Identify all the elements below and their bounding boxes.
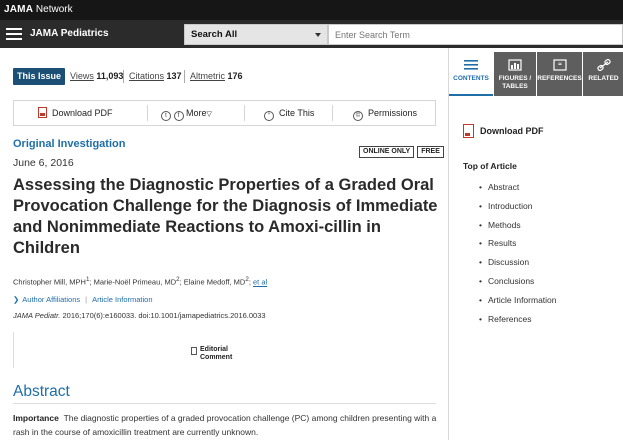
publication-date: June 6, 2016	[13, 157, 74, 169]
menu-icon[interactable]	[6, 28, 22, 40]
altmetric-stat[interactable]: Altmetric 176	[190, 68, 243, 84]
article-title: Assessing the Diagnostic Properties of a…	[13, 176, 438, 257]
more-button[interactable]: t f More▽	[161, 101, 212, 125]
tab-related[interactable]: RELATED	[583, 52, 623, 96]
toc-item-references[interactable]: References	[479, 313, 557, 332]
pdf-icon	[463, 124, 474, 138]
citations-label: Citations	[129, 71, 165, 81]
author-2[interactable]: ; Marie-Noël Primeau, MD	[89, 278, 176, 287]
tab-figures-tables[interactable]: FIGURES / TABLES	[494, 52, 536, 96]
tab-related-label: RELATED	[588, 75, 619, 82]
network-bar: JAMA Network	[0, 0, 623, 20]
toc-item-results[interactable]: Results	[479, 237, 557, 256]
network-label[interactable]: Network	[36, 4, 73, 15]
divider	[184, 70, 185, 83]
editorial-label: Editorial	[200, 346, 229, 353]
permissions-label: Permissions	[368, 108, 418, 118]
search-scope-select[interactable]: Search All	[184, 24, 328, 45]
quote-icon: “	[264, 111, 274, 121]
more-label: More	[186, 108, 207, 118]
citation-line: JAMA Pediatr. 2016;170(6):e160033. doi:1…	[13, 311, 266, 320]
cite-this-label: Cite This	[279, 108, 315, 118]
toc-item-article-information[interactable]: Article Information	[479, 294, 557, 313]
toc-item-abstract[interactable]: Abstract	[479, 181, 557, 200]
editorial-divider	[13, 332, 14, 368]
tab-figures-label: FIGURES / TABLES	[498, 75, 532, 90]
network-brand[interactable]: JAMA	[4, 4, 33, 15]
importance-paragraph: Importance The diagnostic properties of …	[13, 411, 443, 439]
toc-item-conclusions[interactable]: Conclusions	[479, 275, 557, 294]
importance-text: The diagnostic properties of a graded pr…	[13, 413, 437, 437]
article-main: This Issue Views 11,093 Citations 137 Al…	[0, 48, 448, 440]
toc-item-discussion[interactable]: Discussion	[479, 256, 557, 275]
tab-contents[interactable]: CONTENTS	[449, 52, 493, 96]
tab-references-label: REFERENCES	[537, 75, 582, 82]
figures-icon	[508, 59, 522, 71]
toc-item-methods[interactable]: Methods	[479, 219, 557, 238]
comment-label: Comment	[200, 354, 233, 361]
link-icon	[596, 59, 611, 71]
article-information-link[interactable]: Article Information	[92, 295, 152, 304]
toc-heading: Top of Article	[463, 161, 517, 171]
chevron-right-icon: ❯	[13, 295, 20, 304]
article-sidebar: CONTENTS FIGURES / TABLES “ REFERENCES R…	[448, 48, 623, 440]
list-icon	[464, 60, 478, 70]
download-pdf-label: Download PDF	[52, 108, 113, 118]
abstract-heading: Abstract	[13, 383, 70, 400]
svg-text:“: “	[558, 61, 562, 70]
altmetric-label: Altmetric	[190, 71, 226, 81]
article-type[interactable]: Original Investigation	[13, 138, 125, 150]
author-3[interactable]: ; Elaine Medoff, MD	[180, 278, 246, 287]
article-toolbar: Download PDF t f More▽ “ Cite This © Permi…	[13, 100, 436, 126]
journal-title[interactable]: JAMA Pediatrics	[30, 20, 109, 48]
tab-contents-label: CONTENTS	[453, 75, 489, 82]
citation-details: 2016;170(6):e160033. doi:10.1001/jamaped…	[60, 311, 266, 320]
download-pdf-button[interactable]: Download PDF	[38, 101, 113, 125]
divider	[332, 105, 333, 121]
caret-down-icon: ▽	[206, 111, 212, 118]
tab-references[interactable]: “ REFERENCES	[537, 52, 582, 96]
toc-list: Abstract Introduction Methods Results Di…	[479, 181, 557, 331]
this-issue-button[interactable]: This Issue	[13, 68, 65, 85]
permissions-button[interactable]: © Permissions	[353, 101, 417, 125]
divider	[147, 105, 148, 121]
citations-stat[interactable]: Citations 137	[129, 68, 182, 84]
citations-value: 137	[166, 71, 182, 81]
editorial-comment-link[interactable]: Editorial Comment	[191, 346, 233, 362]
author-affiliations-link[interactable]: Author Affiliations	[22, 295, 80, 304]
views-value: 11,093	[96, 71, 124, 81]
free-badge: FREE	[417, 146, 444, 158]
views-stat[interactable]: Views 11,093	[70, 68, 123, 84]
facebook-icon: f	[173, 111, 184, 121]
views-label: Views	[70, 71, 94, 81]
caret-down-icon	[315, 33, 321, 37]
article-badges: ONLINE ONLY FREE	[359, 140, 447, 158]
twitter-icon: t	[161, 111, 171, 121]
search-input[interactable]	[328, 24, 623, 45]
author-list: Christopher Mill, MPH1; Marie-Noël Prime…	[13, 276, 267, 287]
divider: |	[85, 295, 88, 304]
altmetric-value: 176	[227, 71, 243, 81]
copyright-icon: ©	[353, 111, 363, 121]
sidebar-download-pdf-button[interactable]: Download PDF	[463, 124, 544, 138]
affiliation-links: ❯ Author Affiliations | Article Information	[13, 295, 153, 304]
divider	[244, 105, 245, 121]
importance-label: Importance	[13, 413, 59, 423]
sidebar-download-pdf-label: Download PDF	[480, 126, 544, 136]
sidebar-tabs: CONTENTS FIGURES / TABLES “ REFERENCES R…	[449, 52, 623, 96]
document-icon	[191, 347, 197, 355]
abstract-divider	[13, 403, 436, 404]
author-1[interactable]: Christopher Mill, MPH	[13, 278, 86, 287]
divider	[123, 70, 124, 83]
cite-this-button[interactable]: “ Cite This	[264, 101, 314, 125]
et-al-link[interactable]: et al	[253, 278, 267, 287]
toc-item-introduction[interactable]: Introduction	[479, 200, 557, 219]
citation-journal: JAMA Pediatr.	[13, 311, 61, 320]
search-scope-label: Search All	[191, 29, 238, 40]
pdf-icon	[38, 107, 47, 118]
online-only-badge: ONLINE ONLY	[359, 146, 415, 158]
quote-icon: “	[552, 59, 567, 71]
